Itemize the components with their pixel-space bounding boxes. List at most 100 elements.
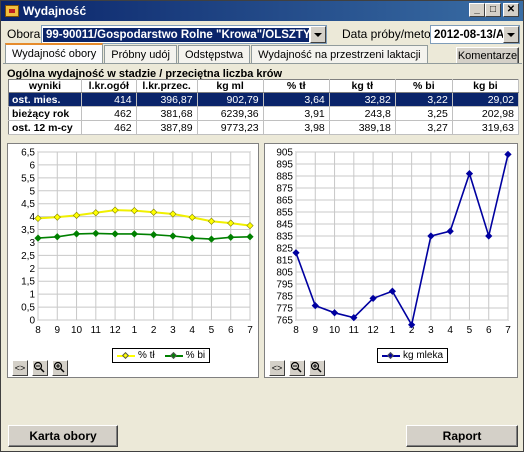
legend-label: kg mleka xyxy=(403,350,444,361)
x-tick-label: 1 xyxy=(390,325,396,336)
table-cell: 319,63 xyxy=(452,120,520,135)
column-header[interactable]: wyniki xyxy=(8,79,82,93)
y-tick-label: 905 xyxy=(276,148,293,159)
table-row[interactable]: ost. mies. 414 396,87 902,79 3,64 32,82 … xyxy=(8,92,520,107)
row-label: ost. 12 m-cy xyxy=(8,120,82,135)
column-header[interactable]: l.kr.ogół xyxy=(81,79,137,93)
y-tick-label: 2,5 xyxy=(21,251,35,262)
table-cell: 902,79 xyxy=(197,92,264,107)
y-tick-label: 4,5 xyxy=(21,199,35,210)
column-header[interactable]: kg ml xyxy=(197,79,264,93)
y-tick-label: 1,5 xyxy=(21,277,35,288)
tab-deviations[interactable]: Odstępstwa xyxy=(178,45,251,64)
legend-item: % tł xyxy=(117,350,155,361)
main-window: Wydajność _ □ ✕ Obora: 99-90011/Gospodar… xyxy=(0,0,524,452)
y-tick-label: 765 xyxy=(276,316,293,327)
column-header[interactable]: l.kr.przec. xyxy=(136,79,198,93)
milk-yield-chart-plot: 7657757857958058158258358458558658758858… xyxy=(276,148,512,336)
y-tick-label: 2 xyxy=(29,264,35,275)
x-tick-label: 4 xyxy=(447,325,453,336)
x-tick-label: 6 xyxy=(228,325,234,336)
scroll-button[interactable]: <> xyxy=(269,360,285,376)
y-tick-label: 855 xyxy=(276,208,293,219)
column-header[interactable]: kg tł xyxy=(329,79,396,93)
zoom-in-icon[interactable] xyxy=(309,360,325,376)
date-method-value: 2012-08-13/A4 xyxy=(434,28,503,41)
table-cell: 9773,23 xyxy=(197,120,264,135)
table-row[interactable]: ost. 12 m-cy 462 387,89 9773,23 3,98 389… xyxy=(8,120,520,135)
table-cell: 3,25 xyxy=(395,106,453,121)
y-tick-label: 775 xyxy=(276,304,293,315)
column-header[interactable]: % bi xyxy=(395,79,453,93)
tab-lactation-yield[interactable]: Wydajność na przestrzeni laktacji xyxy=(251,45,428,64)
chevron-down-icon[interactable] xyxy=(503,26,519,43)
x-tick-label: 9 xyxy=(54,325,60,336)
legend-item: kg mleka xyxy=(382,350,443,361)
close-button[interactable]: ✕ xyxy=(503,3,519,17)
x-tick-label: 8 xyxy=(293,325,299,336)
table-header-row: wyniki l.kr.ogół l.kr.przec. kg ml % tł … xyxy=(8,79,520,93)
tab-test-milking[interactable]: Próbny udój xyxy=(104,45,177,64)
x-tick-label: 12 xyxy=(110,325,122,336)
scroll-button[interactable]: <> xyxy=(12,360,28,376)
milk-yield-chart: 765 775 785 795 805 815 825 835 845 855 865 875 885 8… xyxy=(264,143,518,378)
y-tick-label: 4 xyxy=(29,212,35,223)
table-cell: 396,87 xyxy=(136,92,198,107)
row-label: bieżący rok xyxy=(8,106,82,121)
table-cell: 3,22 xyxy=(395,92,453,107)
table-cell: 3,91 xyxy=(263,106,330,121)
table-cell: 381,68 xyxy=(136,106,198,121)
table-cell: 3,98 xyxy=(263,120,330,135)
y-tick-label: 825 xyxy=(276,244,293,255)
legend-marker xyxy=(164,352,183,360)
y-tick-label: 785 xyxy=(276,292,293,303)
table-cell: 6239,36 xyxy=(197,106,264,121)
y-tick-label: 3,5 xyxy=(21,225,35,236)
y-tick-label: 895 xyxy=(276,160,293,171)
report-button[interactable]: Raport xyxy=(406,425,518,447)
table-cell: 3,27 xyxy=(395,120,453,135)
table-cell: 202,98 xyxy=(452,106,520,121)
column-header[interactable]: % tł xyxy=(263,79,330,93)
y-tick-label: 3 xyxy=(29,238,35,249)
zoom-out-icon[interactable] xyxy=(32,360,48,376)
y-tick-label: 1 xyxy=(29,290,35,301)
herd-label: Obora: xyxy=(7,27,44,41)
x-tick-label: 8 xyxy=(35,325,41,336)
date-method-select[interactable]: 2012-08-13/A4 xyxy=(430,25,520,44)
chevron-down-icon[interactable] xyxy=(310,26,326,43)
x-tick-label: 7 xyxy=(247,325,253,336)
y-tick-label: 795 xyxy=(276,280,293,291)
y-tick-label: 835 xyxy=(276,232,293,243)
x-tick-label: 2 xyxy=(151,325,157,336)
tab-bar: Wydajność obory Próbny udój Odstępstwa W… xyxy=(5,43,429,64)
maximize-button[interactable]: □ xyxy=(485,3,501,17)
fat-protein-chart: 0 0,5 1 1,5 2 2,5 3 3,5 4 4,5 5 5,5 6 6,5 8 9 10 11 12 1 2 3 4… xyxy=(7,143,259,378)
zoom-in-icon[interactable] xyxy=(52,360,68,376)
y-tick-label: 875 xyxy=(276,184,293,195)
y-tick-label: 845 xyxy=(276,220,293,231)
table-cell: 462 xyxy=(81,106,137,121)
minimize-button[interactable]: _ xyxy=(469,3,485,17)
x-tick-label: 10 xyxy=(329,325,341,336)
x-tick-label: 10 xyxy=(71,325,83,336)
column-header[interactable]: kg bi xyxy=(452,79,520,93)
x-tick-label: 3 xyxy=(428,325,434,336)
x-tick-label: 11 xyxy=(91,325,102,336)
x-tick-label: 5 xyxy=(209,325,215,336)
fat-protein-chart-plot: 00,511,522,533,544,555,566,58 9 10 11 12 1 2 3 4… xyxy=(21,148,254,336)
herd-select[interactable]: 99-90011/Gospodarstwo Rolne "Krowa"/OLSZ… xyxy=(41,25,327,44)
x-tick-label: 12 xyxy=(368,325,380,336)
y-tick-label: 885 xyxy=(276,172,293,183)
table-cell: 462 xyxy=(81,120,137,135)
y-tick-label: 865 xyxy=(276,196,293,207)
table-row[interactable]: bieżący rok 462 381,68 6239,36 3,91 243,… xyxy=(8,106,520,121)
x-tick-label: 9 xyxy=(312,325,318,336)
chart-legend: kg mleka xyxy=(377,348,449,363)
herd-select-value: 99-90011/Gospodarstwo Rolne "Krowa"/OLSZ… xyxy=(43,27,309,42)
title-bar: Wydajność _ □ ✕ xyxy=(1,1,523,21)
herd-card-button[interactable]: Karta obory xyxy=(8,425,118,447)
y-tick-label: 815 xyxy=(276,256,293,267)
tab-herd-yield[interactable]: Wydajność obory xyxy=(5,43,104,64)
zoom-out-icon[interactable] xyxy=(289,360,305,376)
